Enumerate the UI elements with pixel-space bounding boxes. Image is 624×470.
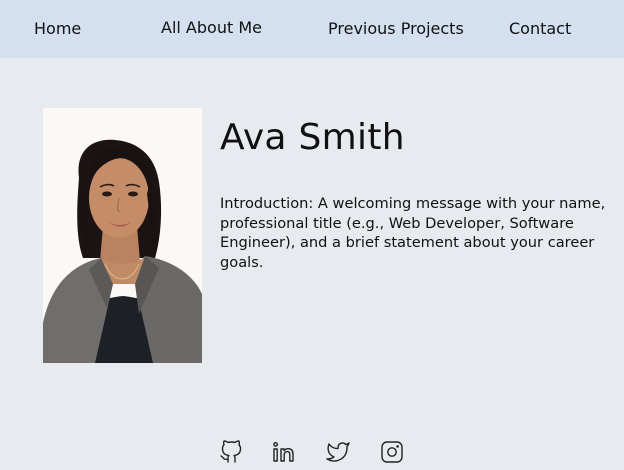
nav-about-link[interactable]: All About Me [161,18,262,38]
twitter-link[interactable] [326,440,350,464]
twitter-icon [326,442,350,462]
instagram-icon [381,441,403,463]
profile-name: Ava Smith [220,117,405,158]
nav-home-link[interactable]: Home [34,19,81,39]
github-link[interactable] [219,440,243,464]
instagram-link[interactable] [380,440,404,464]
profile-intro: Introduction: A welcoming message with y… [220,195,606,271]
nav-projects-link[interactable]: Previous Projects [328,19,464,39]
top-nav: Home All About Me Previous Projects Cont… [0,0,624,58]
profile-photo [43,108,202,363]
linkedin-link[interactable] [272,440,296,464]
nav-contact-link[interactable]: Contact [509,19,571,39]
github-icon [220,440,242,463]
linkedin-icon [273,442,294,462]
